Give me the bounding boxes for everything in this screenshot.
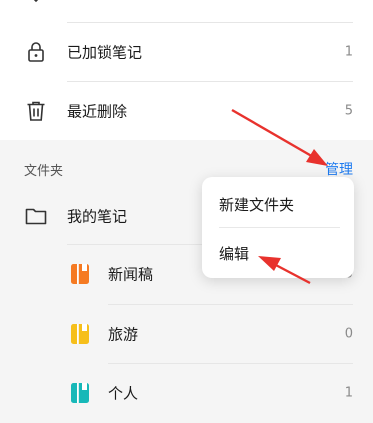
top-panel: 已加锁笔记 1 最近删除 5 bbox=[0, 0, 373, 140]
edit-menu-item[interactable]: 编辑 bbox=[219, 243, 249, 264]
locked-notes-row[interactable]: 已加锁笔记 1 bbox=[0, 22, 373, 82]
partial-top-icon bbox=[33, 0, 39, 3]
folder-label-news: 新闻稿 bbox=[108, 265, 154, 284]
new-folder-menu-item[interactable]: 新建文件夹 bbox=[219, 194, 294, 215]
folder-label-personal: 个人 bbox=[108, 384, 139, 403]
notebook-icon bbox=[71, 383, 89, 403]
lock-icon bbox=[28, 42, 44, 62]
folder-icon bbox=[25, 208, 47, 225]
notebook-icon bbox=[71, 324, 89, 344]
folder-row-personal[interactable]: 个人 1 bbox=[0, 363, 373, 423]
locked-notes-label: 已加锁笔记 bbox=[67, 43, 143, 62]
recently-deleted-label: 最近删除 bbox=[67, 102, 128, 121]
recently-deleted-row[interactable]: 最近删除 5 bbox=[0, 81, 373, 141]
folder-label-travel: 旅游 bbox=[108, 325, 139, 344]
manage-button[interactable]: 管理 bbox=[325, 159, 353, 179]
folder-row-travel[interactable]: 旅游 0 bbox=[0, 304, 373, 364]
folder-label-my-notes: 我的笔记 bbox=[67, 207, 128, 226]
folders-section-title: 文件夹 bbox=[24, 164, 64, 179]
trash-icon bbox=[27, 101, 45, 121]
popup-divider bbox=[219, 227, 340, 228]
folder-count-travel: 0 bbox=[344, 326, 353, 342]
folder-count-personal: 1 bbox=[344, 385, 353, 401]
notebook-icon bbox=[71, 264, 89, 284]
locked-notes-count: 1 bbox=[344, 44, 353, 60]
recently-deleted-count: 5 bbox=[344, 103, 353, 119]
popup-menu: 新建文件夹 编辑 bbox=[202, 177, 354, 278]
